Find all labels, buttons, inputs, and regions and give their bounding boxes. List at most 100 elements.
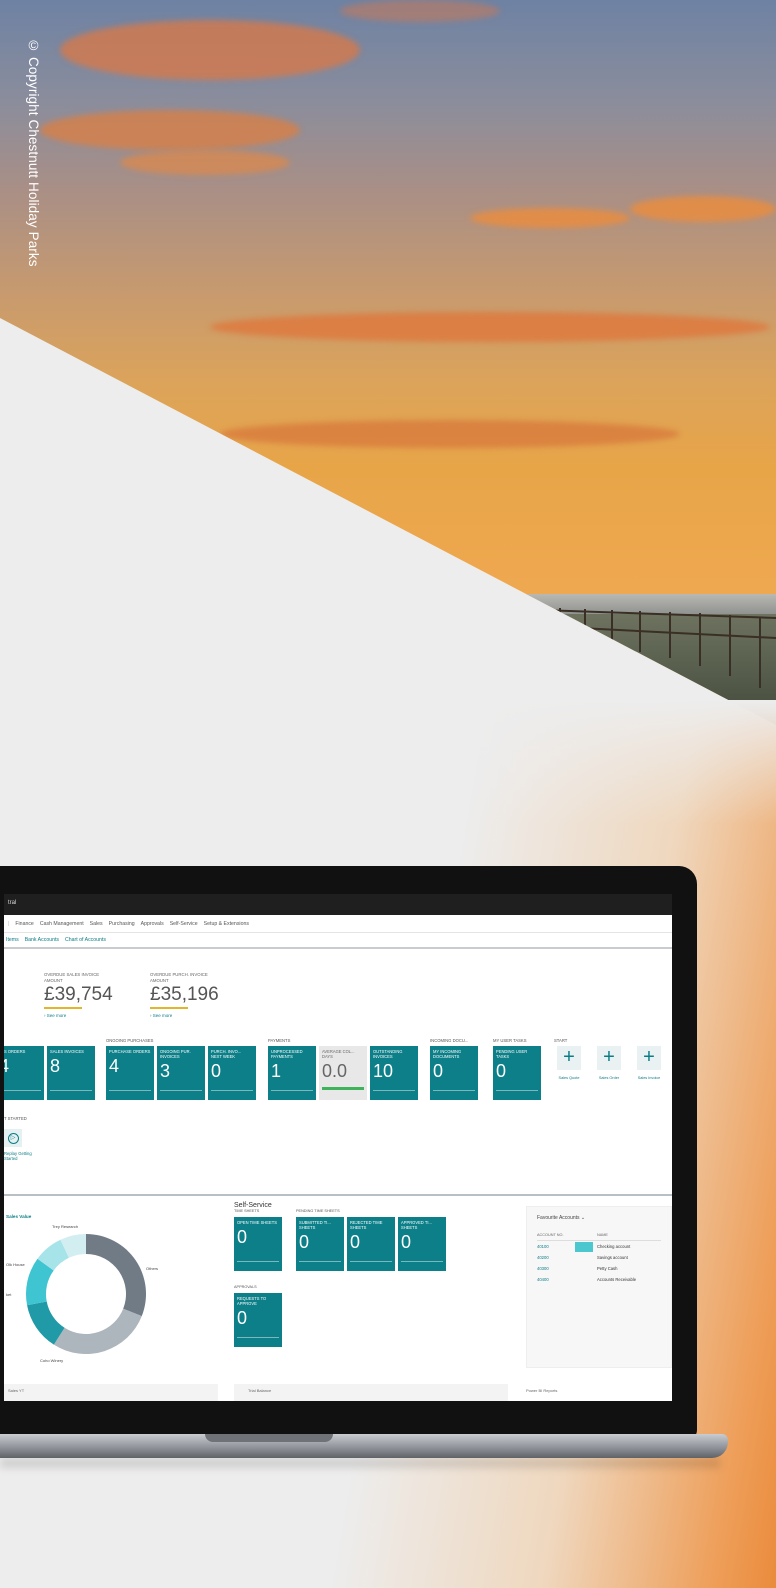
tile-value: 0 [401, 1232, 412, 1252]
donut-label-others: Others [146, 1266, 159, 1271]
account-no[interactable]: 40400 [537, 1277, 597, 1282]
tile-outstanding-invoices[interactable]: OUTSTANDING INVOICES 10 [370, 1046, 418, 1100]
play-icon: ▷ [7, 1132, 19, 1144]
cloud [340, 0, 500, 22]
start-label: Sales Order [598, 1076, 620, 1080]
section-title: T STARTED [4, 1116, 27, 1121]
sub-nav: Items Bank Accounts Chart of Accounts [4, 933, 672, 949]
kpi-underline [44, 1007, 82, 1009]
tile-line [373, 1090, 415, 1091]
tile-pending-user-tasks[interactable]: PENDING USER TASKS 0 [493, 1046, 541, 1100]
replay-button[interactable]: ▷ [4, 1129, 22, 1147]
cloud [630, 196, 776, 222]
card-power-bi-reports[interactable]: Power BI Reports [520, 1384, 672, 1401]
tile-value: 3 [160, 1061, 171, 1081]
group-title: TIME SHEETS [234, 1209, 260, 1213]
tile-label: APPROVED TI... SHEETS [401, 1220, 432, 1230]
group-title: ONGOING PURCHASES [106, 1038, 154, 1043]
account-no[interactable]: 40300 [537, 1266, 597, 1271]
cloud [220, 420, 680, 448]
laptop-shadow [0, 1458, 720, 1468]
tile-value: 4 [109, 1056, 120, 1076]
chevron-down-icon: ⌄ [580, 1215, 586, 1221]
kpi-value[interactable]: £35,196 [150, 984, 220, 1006]
start-sales-order[interactable]: + Sales Order [594, 1046, 624, 1080]
tile-line [211, 1090, 253, 1091]
tile-label: AVERAGE COL... DAYS [322, 1049, 355, 1059]
group-title: INCOMING DOCU... [430, 1038, 469, 1043]
cloud [210, 312, 770, 342]
main-nav: | Finance Cash Management Sales Purchasi… [4, 915, 672, 933]
kpi-row: OVERDUE SALES INVOICE AMOUNT £39,754 › S… [44, 972, 220, 1018]
tile-rejected-time-sheets[interactable]: REJECTED TIME SHEETS 0 [347, 1217, 395, 1271]
subnav-items[interactable]: Items [6, 937, 19, 943]
donut-segment-others[interactable] [86, 1234, 147, 1317]
tile-purchase-orders[interactable]: PURCHASE ORDERS 4 [106, 1046, 154, 1100]
donut-label-coho: Coho Winery [40, 1358, 64, 1363]
tile-ongoing-pur-invoices[interactable]: ONGOING PUR. INVOICES 3 [157, 1046, 205, 1100]
start-group: START + Sales Quote + Sales Order + Sales I… [554, 1038, 664, 1080]
table-row[interactable]: 40300 Petty Cash [527, 1263, 671, 1274]
tile-purch-inv-next-week[interactable]: PURCH. INVO... NEXT WEEK 0 [208, 1046, 256, 1100]
tile-value: 0 [299, 1232, 310, 1252]
nav-purchasing[interactable]: Purchasing [109, 921, 135, 927]
table-row[interactable]: 40200 Savings account [527, 1252, 671, 1263]
group-title [4, 1038, 95, 1046]
tile-label: PENDING USER TASKS [496, 1049, 528, 1059]
nav-setup-extensions[interactable]: Setup & Extensions [204, 921, 249, 927]
sunset-photo: © Copyright Chestnutt Holiday Parks [0, 0, 776, 725]
see-more-link[interactable]: › See more [150, 1013, 220, 1018]
subnav-bank-accounts[interactable]: Bank Accounts [25, 937, 59, 943]
group-title: MY USER TASKS [493, 1038, 527, 1043]
payments-group: PAYMENTS UNPROCESSED PAYMENTS 1 AVERAGE C… [268, 1038, 418, 1100]
laptop-screen: tral | Finance Cash Management Sales Pur… [4, 894, 672, 1401]
copyright-text: © Copyright Chestnutt Holiday Parks [26, 38, 41, 267]
account-name-text: Checking account [597, 1244, 631, 1249]
tile-submitted-time-sheets[interactable]: SUBMITTED TI... SHEETS 0 [296, 1217, 344, 1271]
nav-approvals[interactable]: Approvals [141, 921, 164, 927]
nav-sales[interactable]: Sales [90, 921, 103, 927]
start-sales-invoice[interactable]: + Sales Invoice [634, 1046, 664, 1080]
tile-line [271, 1090, 313, 1091]
kpi-value[interactable]: £39,754 [44, 984, 114, 1006]
tile-line [237, 1337, 279, 1338]
kpi-label: OVERDUE SALES INVOICE AMOUNT [44, 972, 100, 983]
tile-label: REQUESTS TO APPROVE [237, 1296, 267, 1306]
tile-value: 1 [271, 1061, 282, 1081]
get-started-link[interactable]: Replay Getting Started [4, 1151, 34, 1161]
tile-sales-invoices[interactable]: SALES INVOICES 8 [47, 1046, 95, 1100]
nav-separator: | [8, 920, 10, 927]
tile-label: LES ORDERS [4, 1049, 26, 1054]
start-sales-quote[interactable]: + Sales Quote [554, 1046, 584, 1080]
account-no[interactable]: 40200 [537, 1255, 597, 1260]
tile-approved-time-sheets[interactable]: APPROVED TI... SHEETS 0 [398, 1217, 446, 1271]
table-row[interactable]: 40400 Accounts Receivable [527, 1274, 671, 1285]
tile-value: 0 [237, 1308, 248, 1328]
kpi-overdue-sales: OVERDUE SALES INVOICE AMOUNT £39,754 › S… [44, 972, 114, 1018]
tile-line [160, 1090, 202, 1091]
start-label: Sales Quote [558, 1076, 580, 1080]
see-more-link[interactable]: › See more [44, 1013, 114, 1018]
tile-sales-orders[interactable]: LES ORDERS 4 [4, 1046, 44, 1100]
tile-open-time-sheets[interactable]: OPEN TIME SHEETS 0 [234, 1217, 282, 1271]
nav-cash-management[interactable]: Cash Management [40, 921, 84, 927]
plus-icon: + [637, 1046, 661, 1070]
table-row[interactable]: 40100 Checking account [527, 1241, 671, 1252]
subnav-chart-of-accounts[interactable]: Chart of Accounts [65, 937, 106, 943]
donut-segment-coho-winery[interactable] [53, 1308, 142, 1354]
card-trial-balance[interactable]: Trial Balance [234, 1384, 508, 1401]
sales-value-donut[interactable] [10, 1230, 150, 1360]
nav-self-service[interactable]: Self-Service [170, 921, 198, 927]
tile-line [4, 1090, 41, 1091]
tile-requests-to-approve[interactable]: REQUESTS TO APPROVE 0 [234, 1293, 282, 1347]
sales-value-title: Sales Value [6, 1214, 32, 1219]
tile-line [299, 1261, 341, 1262]
card-sales-ytd[interactable]: Sales YT [4, 1384, 218, 1401]
account-name: Checking account [575, 1242, 631, 1252]
app-titlebar: tral [4, 894, 672, 915]
tile-unprocessed-payments[interactable]: UNPROCESSED PAYMENTS 1 [268, 1046, 316, 1100]
nav-finance[interactable]: Finance [15, 921, 33, 927]
favourite-accounts-title[interactable]: Favourite Accounts ⌄ [527, 1207, 671, 1221]
tile-average-collection-days[interactable]: AVERAGE COL... DAYS 0.0 [319, 1046, 367, 1100]
tile-my-incoming-documents[interactable]: MY INCOMING DOCUMENTS 0 [430, 1046, 478, 1100]
